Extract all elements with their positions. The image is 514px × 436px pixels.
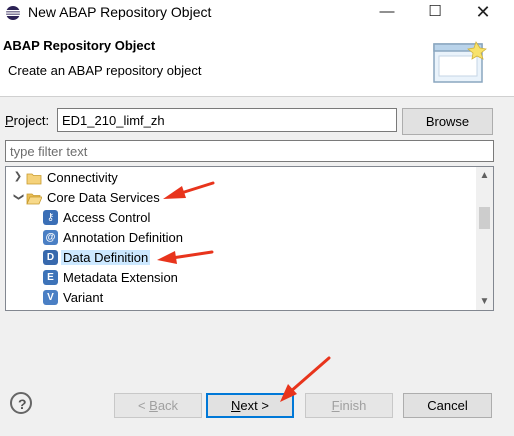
data-definition-icon: D <box>43 250 58 265</box>
browse-button[interactable]: Browse <box>402 108 493 135</box>
folder-icon <box>26 173 42 185</box>
variant-icon: V <box>43 290 58 305</box>
help-button[interactable]: ? <box>10 392 32 414</box>
wizard-description: Create an ABAP repository object <box>8 63 202 78</box>
tree-item-label: Connectivity <box>47 170 118 185</box>
tree-item-label: Core Data Services <box>47 190 160 205</box>
chevron-down-icon[interactable]: ❯ <box>12 191 24 203</box>
tree-scrollbar[interactable]: ▲ ▼ <box>476 167 493 310</box>
chevron-right-icon[interactable]: ❯ <box>12 171 24 183</box>
window-title: New ABAP Repository Object <box>28 4 212 20</box>
wizard-title: ABAP Repository Object <box>3 38 156 53</box>
object-type-tree[interactable]: ❯ Connectivity ❯ Core Data Services ⚷ Ac… <box>5 166 494 311</box>
close-button[interactable]: ✕ <box>460 0 506 26</box>
project-field[interactable] <box>57 108 397 132</box>
new-object-wizard-icon <box>433 41 487 83</box>
filter-input[interactable] <box>5 140 494 162</box>
next-button[interactable]: Next > <box>206 393 294 418</box>
tree-item-connectivity[interactable]: ❯ Connectivity <box>6 168 476 188</box>
tree-item-annotation-definition[interactable]: @ Annotation Definition <box>6 228 476 248</box>
scroll-up-arrow-icon[interactable]: ▲ <box>476 167 493 184</box>
metadata-extension-icon: E <box>43 270 58 285</box>
finish-button[interactable]: Finish <box>305 393 393 418</box>
tree-item-label: Access Control <box>63 210 151 225</box>
access-control-icon: ⚷ <box>43 210 58 225</box>
minimize-button[interactable]: — <box>364 0 410 26</box>
tree-item-metadata-extension[interactable]: E Metadata Extension <box>6 268 476 288</box>
title-bar: New ABAP Repository Object — ☐ ✕ <box>0 0 514 26</box>
wizard-header: ABAP Repository Object Create an ABAP re… <box>0 26 514 97</box>
tree-item-label: Variant <box>63 290 104 305</box>
tree-item-data-definition[interactable]: D Data Definition <box>6 248 476 268</box>
scroll-thumb[interactable] <box>479 207 490 229</box>
tree-item-label: Data Definition <box>61 250 151 265</box>
eclipse-app-icon <box>6 6 20 20</box>
annotation-definition-icon: @ <box>43 230 58 245</box>
folder-open-icon <box>26 193 42 205</box>
tree-item-variant[interactable]: V Variant <box>6 288 476 308</box>
maximize-button[interactable]: ☐ <box>412 0 458 26</box>
cancel-button[interactable]: Cancel <box>403 393 492 418</box>
tree-item-label: Annotation Definition <box>63 230 183 245</box>
scroll-down-arrow-icon[interactable]: ▼ <box>476 293 493 310</box>
tree-item-label: Metadata Extension <box>63 270 178 285</box>
back-button[interactable]: < Back <box>114 393 202 418</box>
tree-item-core-data-services[interactable]: ❯ Core Data Services <box>6 188 476 208</box>
project-label: Project: <box>5 113 50 128</box>
tree-item-access-control[interactable]: ⚷ Access Control <box>6 208 476 228</box>
